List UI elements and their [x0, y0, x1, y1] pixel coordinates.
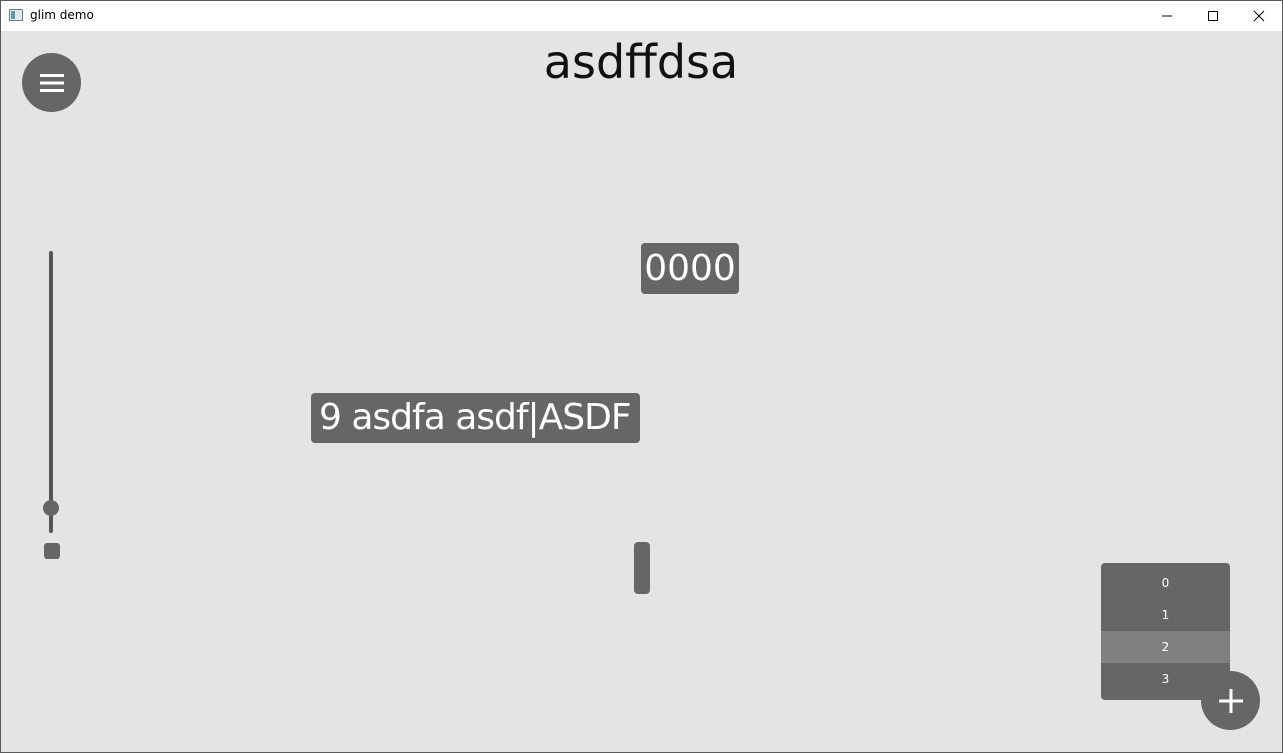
app-canvas: asdffdsa 0000 9 asdfa asdf|ASDF 0 1 2 3 — [1, 31, 1282, 752]
maximize-button[interactable] — [1190, 1, 1236, 31]
list-item[interactable]: 0 — [1101, 567, 1230, 599]
minimize-icon — [1162, 15, 1172, 17]
app-icon — [9, 9, 23, 21]
close-icon — [1253, 10, 1265, 22]
menu-button[interactable] — [22, 53, 81, 112]
plus-icon — [1218, 688, 1243, 713]
minimize-button[interactable] — [1144, 1, 1190, 31]
vertical-slider[interactable] — [49, 251, 53, 533]
maximize-icon — [1208, 11, 1218, 21]
drag-handle[interactable] — [634, 542, 650, 594]
slider-thumb[interactable] — [43, 500, 59, 516]
page-title: asdffdsa — [543, 35, 739, 89]
hamburger-icon — [39, 73, 64, 92]
window-title: glim demo — [30, 8, 94, 22]
add-button[interactable] — [1201, 671, 1260, 730]
list-item[interactable]: 1 — [1101, 599, 1230, 631]
title-bar[interactable]: glim demo — [1, 1, 1282, 31]
close-button[interactable] — [1236, 1, 1282, 31]
slider-square-button[interactable] — [44, 543, 60, 559]
counter-display[interactable]: 0000 — [641, 243, 739, 294]
text-input[interactable]: 9 asdfa asdf|ASDF — [311, 393, 640, 443]
list-item-selected[interactable]: 2 — [1101, 631, 1230, 663]
app-window: glim demo asdffdsa 0000 9 asdfa asdf|ASD… — [0, 0, 1283, 753]
